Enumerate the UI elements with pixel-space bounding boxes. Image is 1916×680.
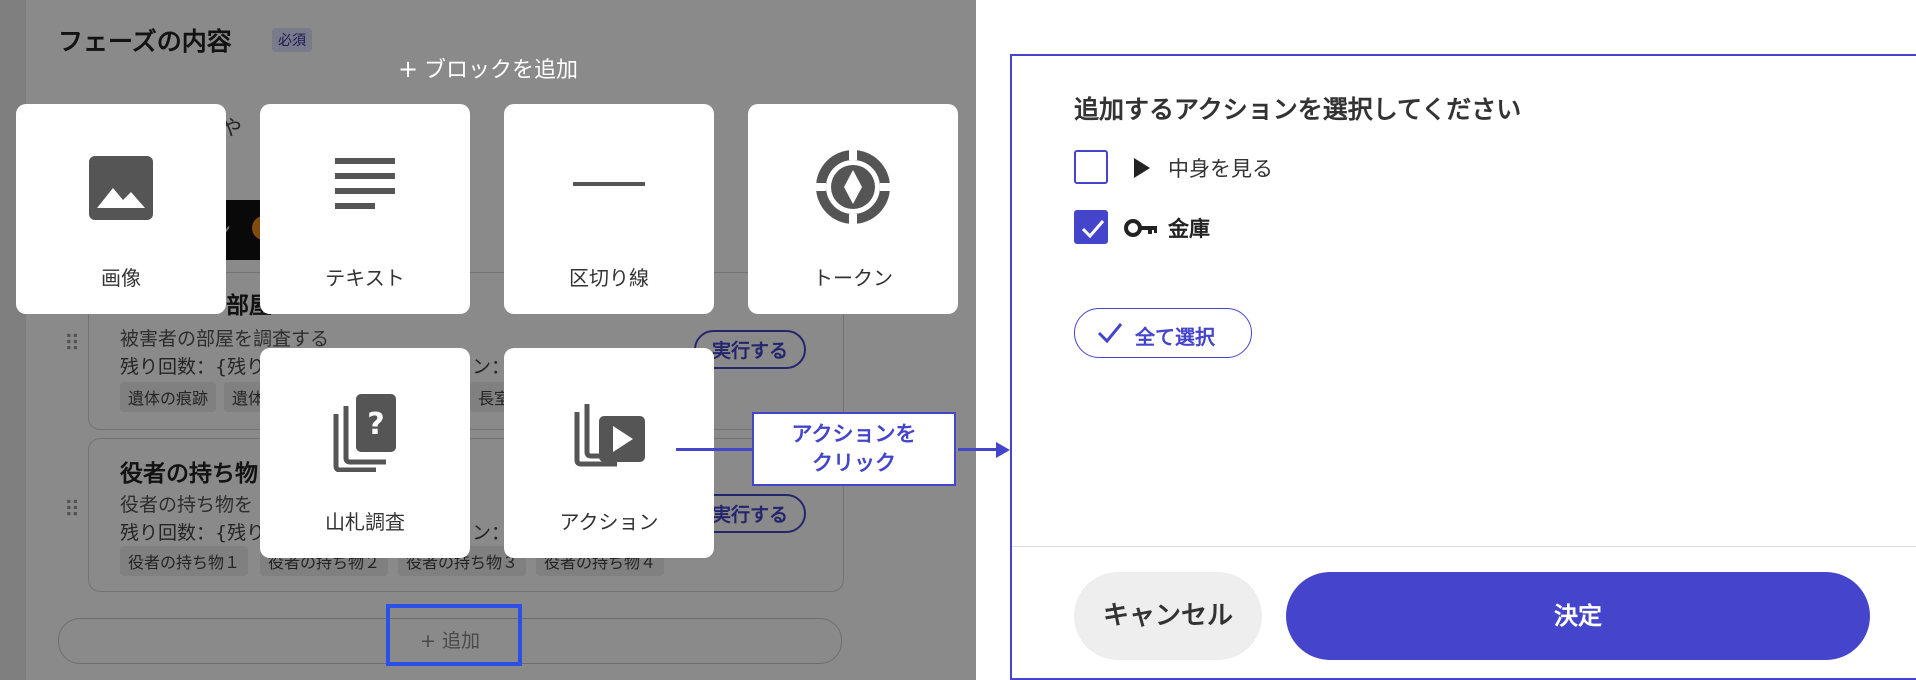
- block-tile-text[interactable]: テキスト: [260, 104, 470, 314]
- play-triangle-icon: [1134, 158, 1150, 178]
- tile-label: テキスト: [325, 266, 405, 290]
- select-all-button[interactable]: 全て選択: [1074, 308, 1252, 358]
- tile-label: アクション: [559, 510, 659, 534]
- block-picker-title: + ブロックを追加: [397, 55, 579, 83]
- select-all-label: 全て選択: [1135, 325, 1215, 349]
- confirm-button[interactable]: 決定: [1286, 572, 1870, 660]
- token-chip-icon: [816, 150, 890, 224]
- block-tile-image[interactable]: 画像: [16, 104, 226, 314]
- action-play-stack-icon: [574, 404, 645, 467]
- tile-label: トークン: [813, 266, 893, 290]
- connector-line: [676, 448, 752, 451]
- tile-label: 区切り線: [569, 266, 649, 290]
- block-tile-divider[interactable]: 区切り線: [504, 104, 714, 314]
- cancel-button[interactable]: キャンセル: [1074, 572, 1262, 660]
- block-tile-deck[interactable]: ? 山札調査: [260, 348, 470, 558]
- key-icon: [1124, 219, 1157, 237]
- block-tile-action[interactable]: アクション: [504, 348, 714, 558]
- card-deck-question-icon: ?: [333, 394, 396, 472]
- dialog-footer-divider: [1012, 546, 1916, 547]
- option-checkbox-checked[interactable]: [1074, 210, 1108, 244]
- connector-line: [958, 448, 998, 451]
- plus-icon: +: [397, 55, 419, 83]
- instruction-callout: アクションを クリック: [752, 412, 956, 486]
- block-tile-token[interactable]: トークン: [748, 104, 958, 314]
- image-icon: [89, 156, 153, 220]
- svg-text:?: ?: [367, 407, 384, 442]
- tile-label: 画像: [101, 266, 141, 290]
- option-label: 中身を見る: [1168, 157, 1273, 181]
- check-icon: [1097, 323, 1123, 344]
- modal-backdrop[interactable]: [0, 0, 976, 680]
- option-label: 金庫: [1168, 217, 1210, 241]
- add-button-highlight: [386, 604, 522, 666]
- check-icon: [1081, 220, 1105, 239]
- divider-line-icon: [573, 182, 645, 186]
- option-checkbox[interactable]: [1074, 150, 1108, 184]
- backdrop-edge: [0, 0, 26, 680]
- arrow-right-icon: [996, 442, 1010, 458]
- tile-label: 山札調査: [325, 510, 405, 534]
- text-lines-icon: [335, 158, 395, 209]
- dialog-title: 追加するアクションを選択してください: [1074, 95, 1522, 124]
- phase-editor-page: フェーズの内容 必須 屋やいて ン ⠿ 部屋 被害者の部屋を調査する 残り回数：…: [0, 0, 976, 680]
